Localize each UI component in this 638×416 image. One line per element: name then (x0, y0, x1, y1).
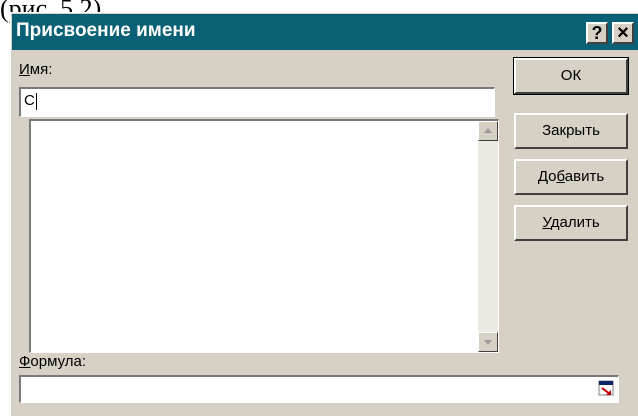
title-bar[interactable]: Присвоение имени ? × (12, 14, 638, 50)
name-assignment-dialog: Присвоение имени ? × Имя: С Формула: ОК … (10, 12, 638, 416)
dialog-title: Присвоение имени (16, 20, 196, 41)
close-window-button[interactable]: × (612, 22, 634, 44)
scroll-up-arrow-icon (484, 128, 492, 133)
add-button[interactable]: Добавить (514, 159, 628, 195)
text-caret (35, 92, 37, 110)
name-input-value: С (24, 92, 35, 109)
formula-input[interactable] (19, 375, 619, 403)
close-button[interactable]: Закрыть (514, 113, 628, 149)
ok-button[interactable]: ОК (513, 57, 629, 95)
scroll-up-button[interactable] (478, 121, 498, 141)
names-list-scrollbar[interactable] (478, 121, 498, 352)
help-button[interactable]: ? (586, 22, 608, 44)
name-label: Имя: (19, 61, 53, 78)
names-list[interactable] (29, 119, 499, 353)
collapse-dialog-icon[interactable] (598, 380, 614, 396)
name-input[interactable]: С (19, 87, 495, 117)
formula-label: Формула: (19, 353, 87, 370)
scroll-down-arrow-icon (484, 340, 492, 345)
delete-button[interactable]: Удалить (514, 205, 628, 241)
scroll-down-button[interactable] (478, 332, 498, 352)
